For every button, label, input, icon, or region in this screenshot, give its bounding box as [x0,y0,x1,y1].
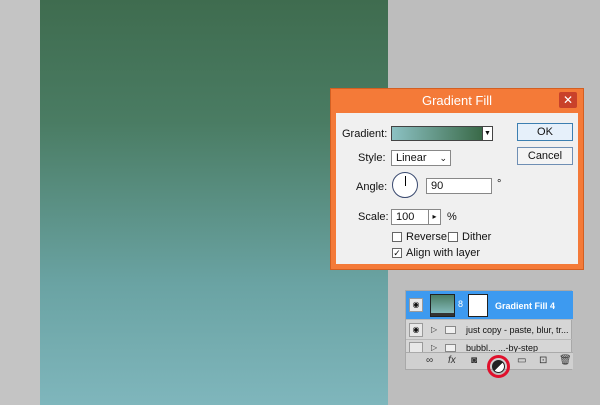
style-select[interactable]: Linear ⌄ [391,150,451,166]
trash-icon[interactable]: 🗑 [559,355,572,366]
angle-dial[interactable] [392,172,418,198]
dialog-title: Gradient Fill [421,93,493,108]
scale-unit: % [447,211,457,223]
gradient-label: Gradient: [342,128,388,140]
ok-button[interactable]: OK [517,123,573,141]
reverse-checkbox[interactable] [392,232,402,242]
folder-icon [445,344,456,352]
fx-icon[interactable]: fx [448,355,456,366]
reverse-label: Reverse [406,231,447,243]
dither-label: Dither [462,231,492,243]
expand-triangle-icon[interactable]: ▷ [431,325,437,334]
eye-icon[interactable]: ◉ [409,298,423,312]
folder-icon [445,326,456,334]
gradient-fill-dialog: Gradient Fill ✕ Gradient: ▼ Style: Linea… [330,88,584,270]
angle-label: Angle: [356,181,388,193]
layer-name: just copy - paste, blur, tr... [466,325,569,335]
expand-triangle-icon[interactable]: ▷ [431,343,437,352]
mask-thumbnail [468,294,488,317]
gradient-thumbnail [430,294,455,317]
chain-link-icon[interactable]: 8 [458,299,463,309]
workspace-margin [0,0,40,405]
cancel-button[interactable]: Cancel [517,147,573,165]
new-layer-icon[interactable]: ⊡ [539,355,547,366]
gradient-swatch[interactable] [391,126,483,141]
style-value: Linear [396,152,427,164]
mask-icon[interactable]: ◙ [471,355,477,366]
align-with-layer-checkbox[interactable]: ✓ [392,248,402,258]
eye-icon[interactable]: ◉ [409,323,423,337]
gradient-dropdown-icon[interactable]: ▼ [483,126,493,141]
layers-panel: ◉ 8 Gradient Fill 4 ◉ ▷ just copy - past… [405,290,573,370]
link-icon[interactable]: ∞ [426,355,433,366]
dialog-body: Gradient: ▼ Style: Linear ⌄ Angle: 90 ° … [336,113,578,264]
adjustment-layer-icon[interactable] [492,360,505,373]
align-with-layer-label: Align with layer [406,247,480,259]
layer-row-gradient-fill[interactable]: ◉ 8 Gradient Fill 4 [406,291,573,320]
layer-name: Gradient Fill 4 [495,301,556,311]
scale-label: Scale: [358,211,389,223]
close-button[interactable]: ✕ [559,92,577,108]
style-label: Style: [358,152,386,164]
dither-checkbox[interactable] [448,232,458,242]
layer-row-group[interactable]: ◉ ▷ just copy - paste, blur, tr... [406,320,573,340]
group-icon[interactable]: ▭ [517,355,526,366]
angle-input[interactable]: 90 [426,178,492,194]
angle-unit: ° [497,178,502,190]
scale-input[interactable]: 100 [391,209,429,225]
scale-stepper-icon[interactable]: ▸ [429,209,441,225]
chevron-down-icon: ⌄ [439,153,447,163]
